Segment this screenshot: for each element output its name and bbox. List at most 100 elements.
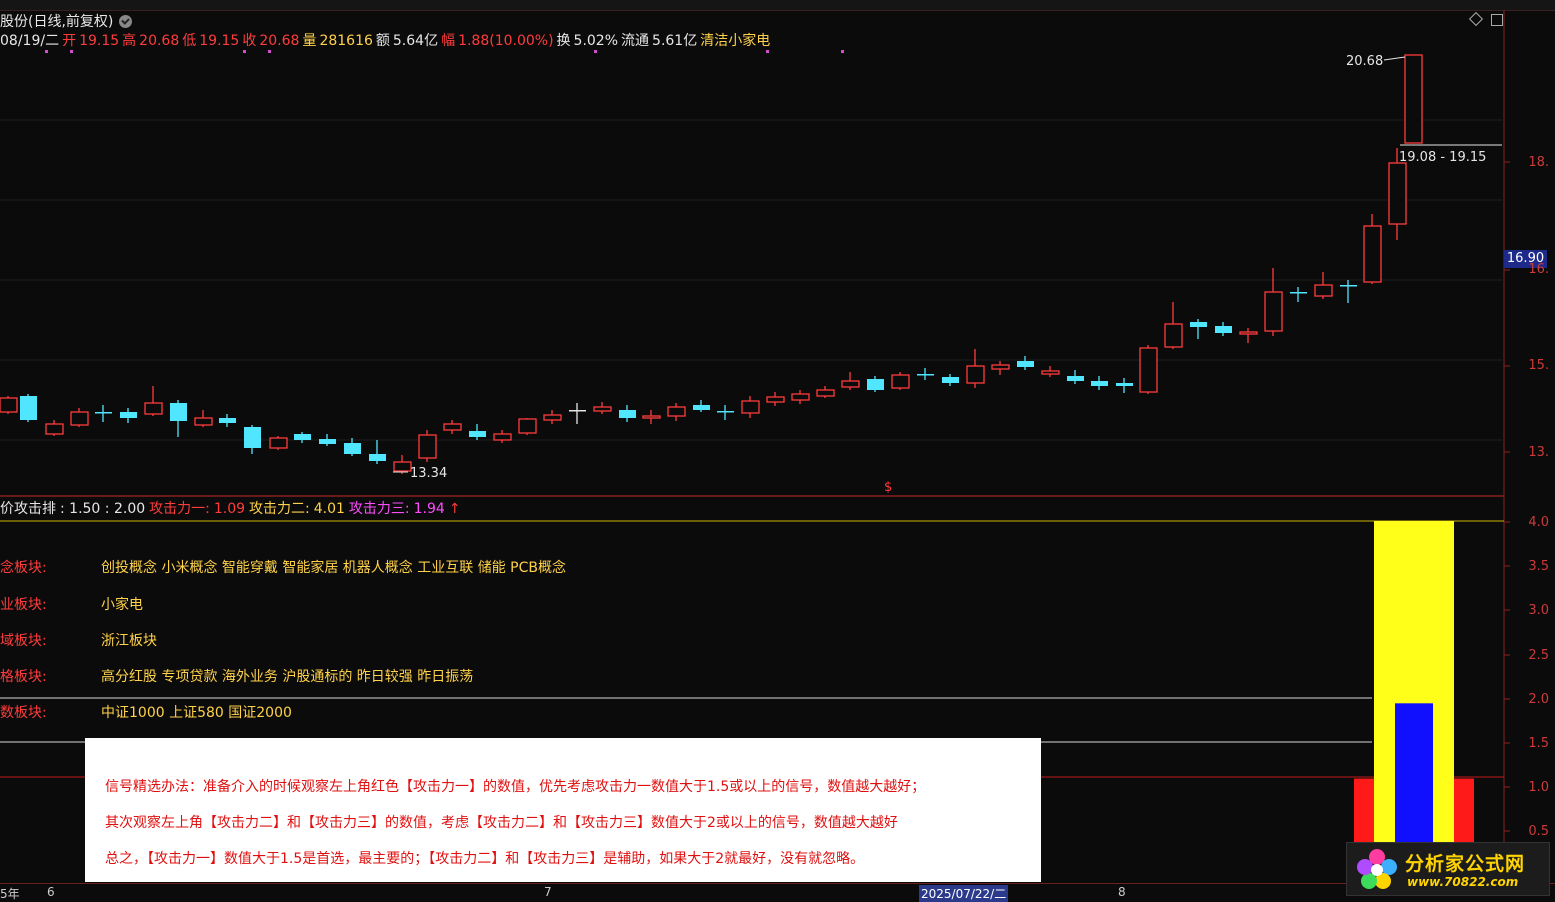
- site-logo: 分析家公式网 www.70822.com: [1346, 842, 1550, 896]
- indicator-params: : 1.50 : 2.00: [60, 501, 146, 517]
- candle-body-down: [294, 434, 311, 440]
- indicator-axis-label: 1.5: [1528, 736, 1549, 751]
- candle-body-up: [1264, 291, 1283, 332]
- marker-dot: [268, 50, 271, 53]
- candle-body-up: [1388, 162, 1407, 225]
- attack-two-label: 攻击力二:: [249, 501, 310, 517]
- candle-body-up: [1164, 323, 1183, 348]
- candle-body-down: [1017, 361, 1034, 367]
- date-tick: 6: [47, 885, 55, 899]
- attack-three-label: 攻击力三:: [348, 501, 410, 517]
- candle-body-up: [418, 434, 437, 459]
- candle-body-down: [1067, 376, 1084, 381]
- candle-body-down: [469, 431, 486, 437]
- date-axis: 5年 6 7 2025/07/22/二 8: [0, 883, 1555, 902]
- candle-body-up: [1139, 347, 1158, 393]
- date-tick: 8: [1118, 885, 1126, 899]
- marker-dot: [841, 50, 844, 53]
- date-tick: 7: [544, 885, 552, 899]
- candle-body-down: [867, 379, 884, 390]
- sector-value-region: 浙江板块: [101, 633, 157, 649]
- attack-one-value: 1.09: [213, 501, 246, 517]
- candle-body-down: [20, 396, 37, 420]
- candle-body-down: [1190, 322, 1207, 327]
- note-line-3: 总之，【攻击力一】数值大于1.5是首选，最主要的；【攻击力二】和【攻击力三】是辅…: [105, 851, 865, 867]
- sector-value-industry: 小家电: [101, 597, 143, 613]
- candle-body-down: [1091, 381, 1108, 386]
- candle-body-up: [493, 433, 512, 441]
- candle-body-down: [219, 418, 236, 423]
- sector-label-style: 格板块:: [0, 669, 47, 685]
- crosshair-date: 2025/07/22/二: [919, 885, 1009, 902]
- date-tick: 5年: [0, 887, 20, 901]
- attack-two-value: 4.01: [313, 501, 345, 517]
- candle-body-down: [942, 377, 959, 383]
- marker-dot: [594, 50, 597, 53]
- candle-body-down: [1215, 326, 1232, 333]
- marker-dot: [45, 50, 48, 53]
- signal-marker: $: [884, 480, 893, 495]
- indicator-axis-label: 3.0: [1528, 603, 1549, 618]
- marker-dot: [70, 50, 73, 53]
- indicator-axis-label: 2.0: [1528, 692, 1549, 707]
- candle-body-up: [642, 415, 661, 419]
- candle-body-down: [120, 412, 137, 418]
- sector-label-concept: 念板块:: [0, 560, 47, 576]
- price-axis-label: 16.: [1528, 262, 1549, 277]
- note-line-1: 信号精选办法：准备介入的时候观察左上角红色【攻击力一】的数值，优先考虑攻击力一数…: [105, 779, 926, 795]
- indicator-axis-label: 0.5: [1528, 824, 1549, 839]
- candle-body-up: [667, 406, 686, 417]
- candle-body-down: [1290, 292, 1307, 294]
- candle-body-up: [741, 400, 760, 414]
- candle-body-up: [1041, 370, 1060, 375]
- candle-body-up: [443, 423, 462, 431]
- candle-body-down: [170, 403, 187, 421]
- candle-body-up: [0, 397, 18, 413]
- low-marker-label: 13.34: [410, 466, 448, 481]
- candle-body-up: [991, 364, 1010, 370]
- candle-body-down: [369, 454, 386, 461]
- sector-value-concept: 创投概念 小米概念 智能穿戴 智能家居 机器人概念 工业互联 储能 PCB概念: [101, 560, 566, 576]
- indicator-axis-label: 1.0: [1528, 780, 1549, 795]
- candle-body-up: [70, 411, 89, 426]
- price-axis-label: 15.: [1528, 358, 1549, 373]
- candle-body-down: [244, 427, 261, 448]
- candle-body-down: [619, 410, 636, 418]
- candle-body-up: [269, 437, 288, 449]
- candle-body-down: [344, 443, 361, 454]
- candle-body-up: [1363, 225, 1382, 283]
- candle-body-up: [891, 374, 910, 389]
- candle-body-up: [393, 461, 412, 472]
- candle-body-down: [693, 405, 710, 410]
- marker-dot: [766, 50, 769, 53]
- indicator-name: 价攻击排: [0, 501, 56, 517]
- logo-name: 分析家公式网: [1405, 853, 1526, 875]
- candle-body-up: [816, 389, 835, 397]
- indicator-axis-label: 4.0: [1528, 515, 1549, 530]
- logo-url: www.70822.com: [1407, 875, 1519, 889]
- indicator-header: 价攻击排: 1.50 : 2.00 攻击力一: 1.09 攻击力二: 4.01 攻击力三:…: [0, 498, 465, 518]
- sector-label-region: 域板块:: [0, 633, 47, 649]
- up-arrow-icon: ↑: [448, 501, 461, 517]
- flower-logo-icon: [1357, 849, 1397, 889]
- candle-body-up: [194, 417, 213, 426]
- candle-body-down: [1116, 383, 1133, 386]
- marker-dot: [243, 50, 246, 53]
- sector-value-style: 高分红股 专项贷款 海外业务 沪股通标的 昨日较强 昨日振荡: [101, 669, 474, 685]
- candle-body-up: [543, 414, 562, 421]
- candle-body-up: [144, 402, 163, 415]
- candle-body-up: [791, 393, 810, 401]
- range-box-label: 19.08 - 19.15: [1399, 150, 1487, 165]
- price-axis-label: 13.: [1528, 445, 1549, 460]
- high-marker-label: 20.68: [1346, 54, 1384, 69]
- signal-note-box: 信号精选办法：准备介入的时候观察左上角红色【攻击力一】的数值，优先考虑攻击力一数…: [85, 738, 1041, 882]
- candle-body-up: [45, 423, 64, 435]
- attack-three-value: 1.94: [413, 501, 445, 517]
- candle-body-down: [569, 410, 586, 412]
- indicator-axis-label: 2.5: [1528, 648, 1549, 663]
- sector-label-index: 数板块:: [0, 705, 47, 721]
- sector-label-industry: 业板块:: [0, 597, 47, 613]
- candle-body-up: [518, 418, 537, 434]
- price-axis-label: 18.: [1528, 155, 1549, 170]
- candle-body-down: [717, 411, 734, 413]
